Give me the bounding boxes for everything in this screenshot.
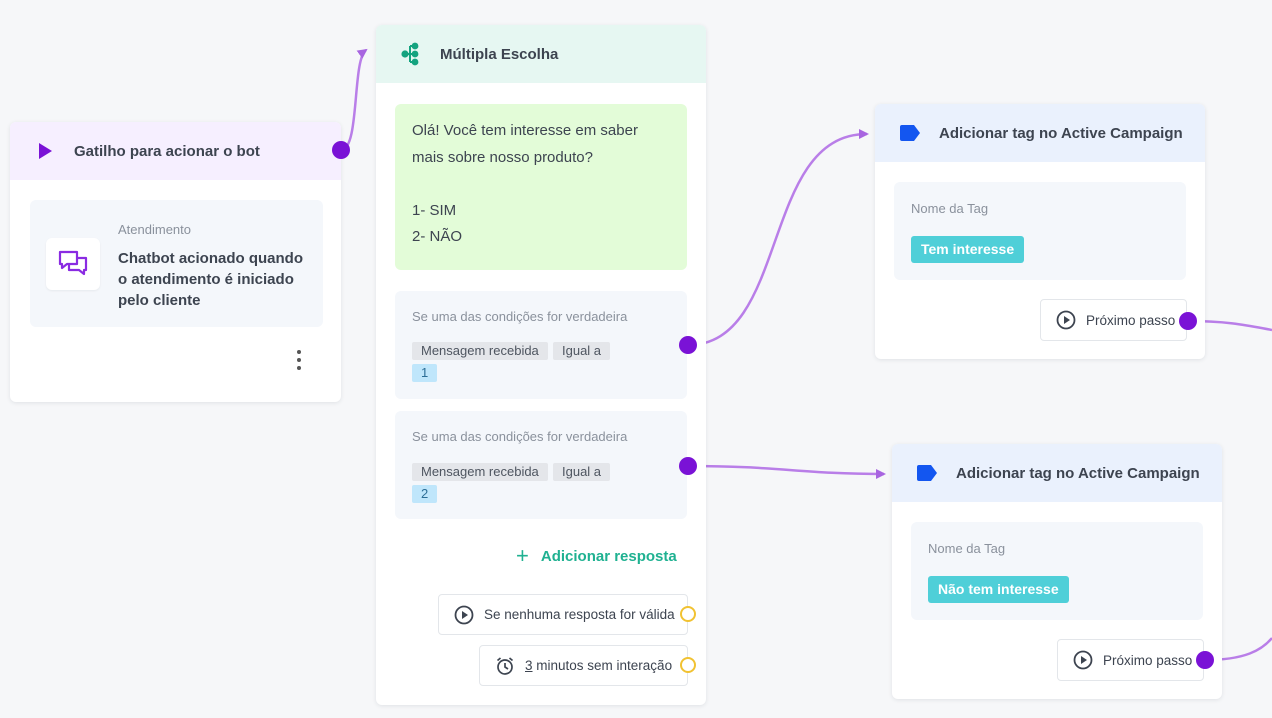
chat-icon bbox=[46, 238, 100, 290]
tag-node-1-output-port[interactable] bbox=[1179, 312, 1197, 330]
add-response-label: Adicionar resposta bbox=[540, 547, 677, 565]
play-circle-icon bbox=[1056, 310, 1076, 330]
tag-icon bbox=[914, 460, 940, 486]
add-response-button[interactable]: + Adicionar resposta bbox=[516, 543, 677, 568]
tag-node-1[interactable]: Adicionar tag no Active Campaign Nome da… bbox=[875, 104, 1205, 359]
tag-node-2-field-label: Nome da Tag bbox=[928, 541, 1006, 556]
trigger-card[interactable]: Atendimento Chatbot acionado quando o at… bbox=[30, 200, 323, 327]
choice-message[interactable]: Olá! Você tem interesse em saber mais so… bbox=[395, 104, 687, 270]
condition-1[interactable]: Se uma das condições for verdadeira Mens… bbox=[395, 291, 687, 399]
timeout-label: minutos sem interação bbox=[532, 658, 673, 673]
timeout-port[interactable] bbox=[680, 657, 696, 673]
play-icon bbox=[32, 138, 58, 164]
flow-canvas[interactable]: Gatilho para acionar o bot Atendimento C… bbox=[0, 0, 1272, 718]
multiple-choice-node[interactable]: Múltipla Escolha Olá! Você tem interesse… bbox=[376, 25, 706, 705]
tag-node-1-next-button[interactable]: Próximo passo bbox=[1040, 299, 1187, 341]
timeout-button[interactable]: 3 minutos sem interação bbox=[479, 645, 688, 686]
tag-node-1-value: Tem interesse bbox=[911, 236, 1025, 263]
trigger-node[interactable]: Gatilho para acionar o bot Atendimento C… bbox=[10, 122, 341, 402]
trigger-output-port[interactable] bbox=[332, 141, 350, 159]
tag-node-1-next-label: Próximo passo bbox=[1086, 312, 1176, 328]
condition-1-output-port[interactable] bbox=[679, 336, 697, 354]
tag-node-1-field-label: Nome da Tag bbox=[911, 201, 989, 216]
no-valid-response-label: Se nenhuma resposta for válida bbox=[484, 607, 675, 622]
condition-2[interactable]: Se uma das condições for verdadeira Mens… bbox=[395, 411, 687, 519]
tag-icon bbox=[897, 120, 923, 146]
tag-node-2-next-button[interactable]: Próximo passo bbox=[1057, 639, 1204, 681]
trigger-title: Gatilho para acionar o bot bbox=[74, 142, 260, 160]
choice-title: Múltipla Escolha bbox=[440, 45, 559, 63]
timeout-number: 3 bbox=[525, 658, 533, 673]
condition-2-title: Se uma das condições for verdadeira bbox=[412, 429, 628, 444]
tag-node-2-header: Adicionar tag no Active Campaign bbox=[892, 444, 1222, 502]
tag-node-2-title: Adicionar tag no Active Campaign bbox=[956, 464, 1200, 482]
play-circle-icon bbox=[454, 605, 474, 625]
no-valid-response-button[interactable]: Se nenhuma resposta for válida bbox=[438, 594, 688, 635]
trigger-card-label: Atendimento bbox=[118, 222, 191, 237]
plus-icon: + bbox=[516, 543, 529, 568]
tag-node-2-value: Não tem interesse bbox=[928, 576, 1069, 603]
connector-cond2-to-tag2 bbox=[687, 464, 886, 479]
tag-node-1-title: Adicionar tag no Active Campaign bbox=[939, 124, 1183, 142]
condition-1-field: Mensagem recebida bbox=[412, 342, 548, 360]
trigger-card-description: Chatbot acionado quando o atendimento é … bbox=[118, 250, 303, 309]
condition-2-operator: Igual a bbox=[553, 463, 611, 481]
condition-2-value: 2 bbox=[412, 485, 438, 503]
tag-node-2-output-port[interactable] bbox=[1196, 651, 1214, 669]
tag-node-1-card[interactable]: Nome da Tag Tem interesse bbox=[894, 182, 1186, 280]
alarm-clock-icon bbox=[495, 656, 515, 676]
condition-2-output-port[interactable] bbox=[679, 457, 697, 475]
tag-node-2[interactable]: Adicionar tag no Active Campaign Nome da… bbox=[892, 444, 1222, 699]
condition-1-operator: Igual a bbox=[553, 342, 611, 360]
no-valid-response-port[interactable] bbox=[680, 606, 696, 622]
branch-icon bbox=[398, 41, 424, 67]
tag-node-2-card[interactable]: Nome da Tag Não tem interesse bbox=[911, 522, 1203, 620]
choice-header: Múltipla Escolha bbox=[376, 25, 706, 83]
condition-1-value: 1 bbox=[412, 364, 438, 382]
condition-2-field: Mensagem recebida bbox=[412, 463, 548, 481]
trigger-header: Gatilho para acionar o bot bbox=[10, 122, 341, 180]
play-circle-icon bbox=[1073, 650, 1093, 670]
connector-cond1-to-tag1 bbox=[687, 129, 869, 347]
condition-1-title: Se uma das condições for verdadeira bbox=[412, 309, 628, 324]
connector-trigger-to-choice bbox=[340, 48, 368, 152]
tag-node-1-header: Adicionar tag no Active Campaign bbox=[875, 104, 1205, 162]
more-vertical-icon[interactable] bbox=[294, 350, 304, 370]
tag-node-2-next-label: Próximo passo bbox=[1103, 652, 1193, 668]
